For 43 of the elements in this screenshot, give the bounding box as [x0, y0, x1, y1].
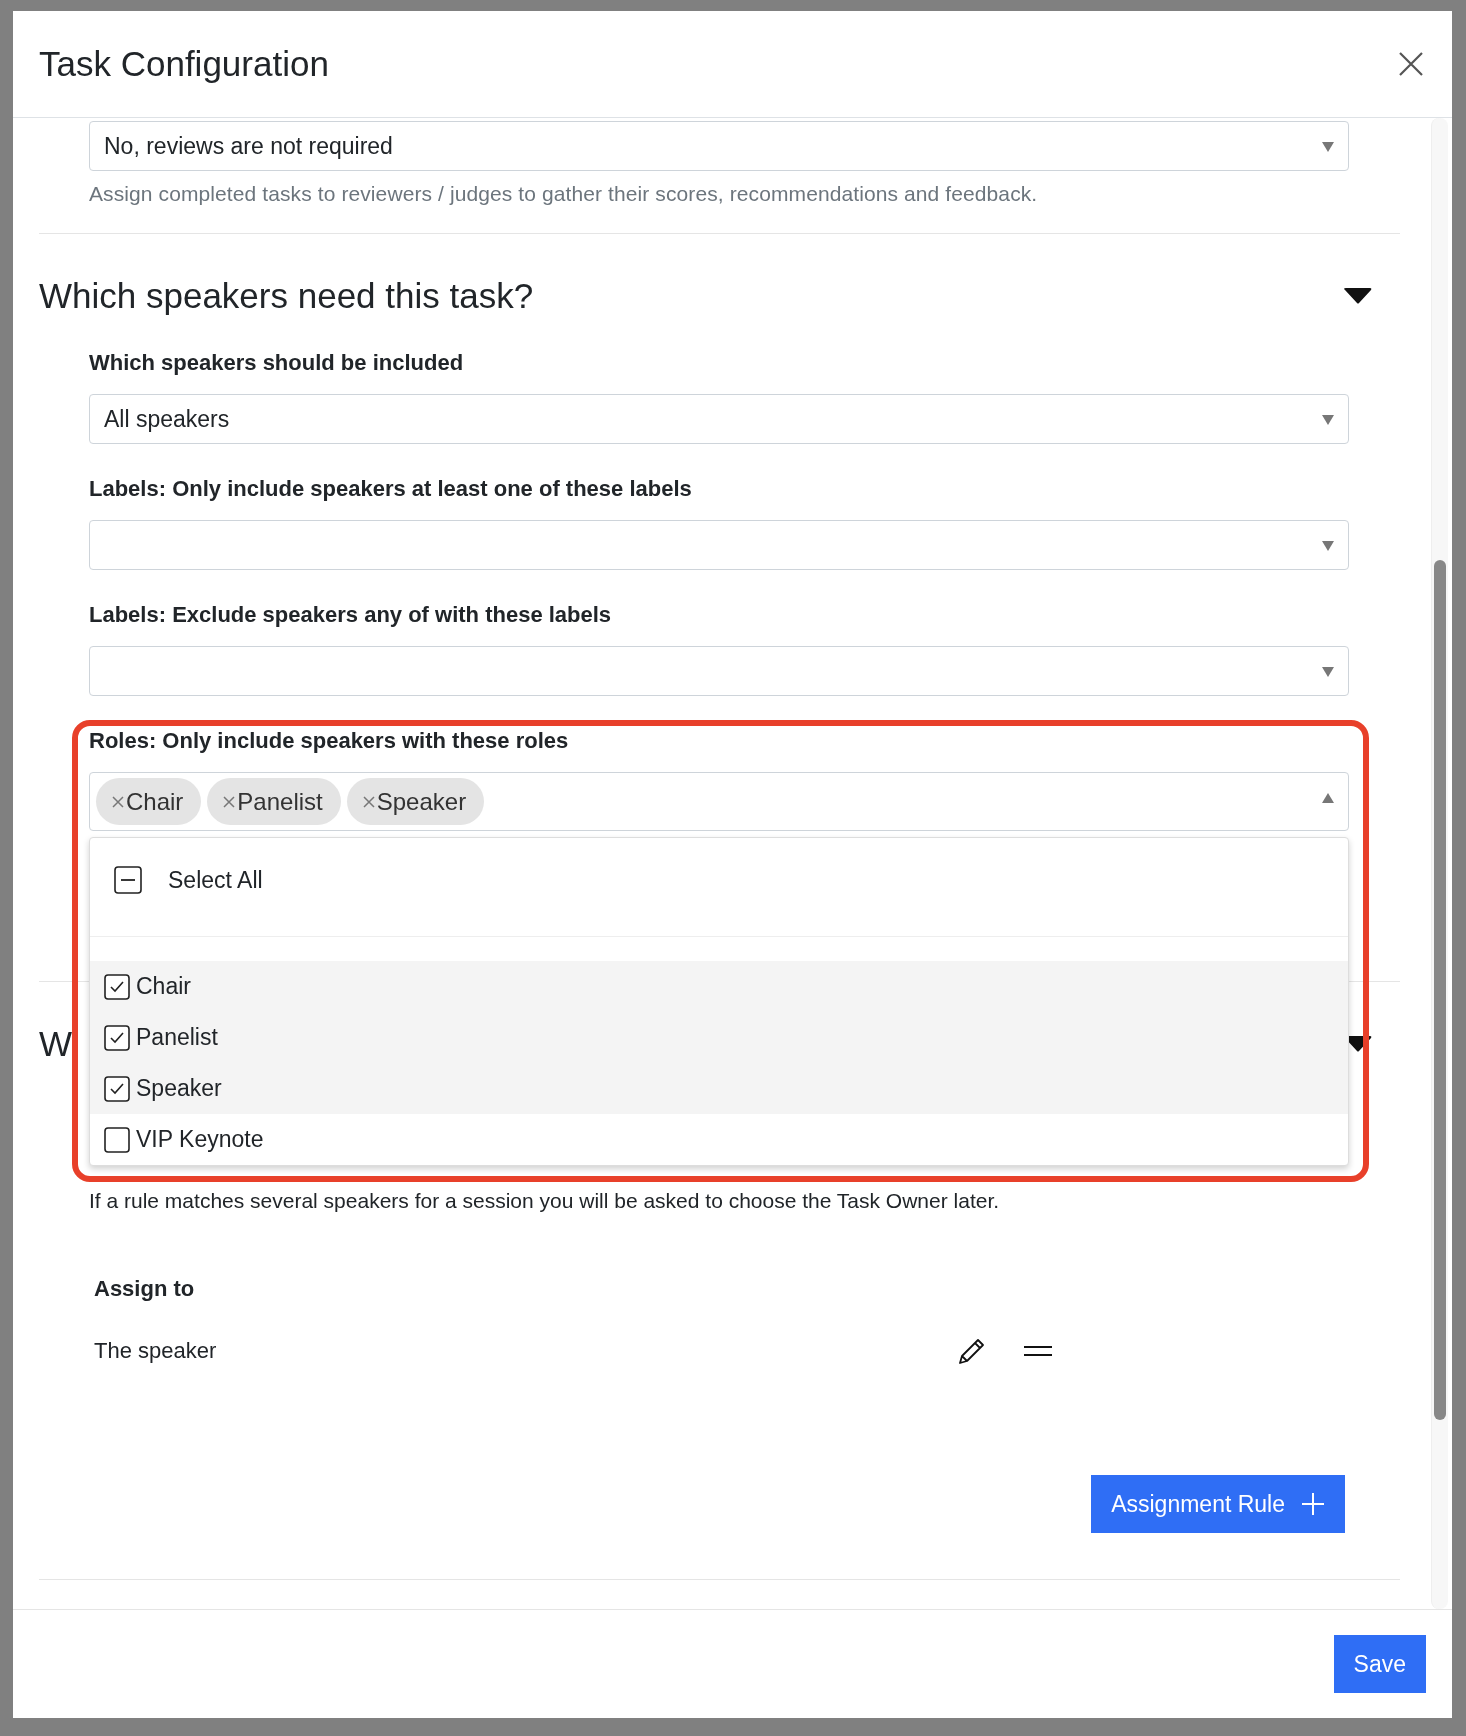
multi-select-field[interactable]: Chair Panelist Speaker — [89, 772, 1349, 831]
caret-icon — [1322, 415, 1334, 425]
help-text: Assign completed tasks to reviewers / judges to gather their scores, recommendations and feedback. — [89, 182, 1039, 206]
select-field[interactable]: All speakers — [89, 394, 1349, 444]
role-tag[interactable]: Panelist — [207, 778, 341, 825]
review-select[interactable]: No, reviews are not required — [89, 121, 1349, 171]
remove-icon[interactable] — [223, 795, 236, 808]
field-label: Labels: Only include speakers at least one of these labels — [89, 476, 693, 502]
rule-text: The speaker — [94, 1338, 218, 1364]
select-all-option[interactable]: Select All — [90, 838, 1348, 937]
add-rule-button[interactable]: Assignment Rule — [1091, 1475, 1345, 1533]
checkbox[interactable] — [104, 1075, 130, 1102]
caret-icon — [1322, 142, 1334, 152]
scrollbar-thumb[interactable] — [1434, 560, 1446, 1420]
close-icon[interactable] — [1398, 51, 1424, 77]
checkbox[interactable] — [104, 973, 130, 1000]
dialog-title: Task Configuration — [39, 44, 329, 84]
remove-icon[interactable] — [362, 795, 375, 808]
field-label: Roles: Only include speakers with these roles — [89, 728, 570, 754]
note-text: If a rule matches several speakers for a session you will be asked to choose the Task Owner later. — [89, 1188, 1001, 1214]
select-field[interactable] — [89, 646, 1349, 696]
field-label: Which speakers should be included — [89, 350, 465, 376]
role-tag[interactable]: Speaker — [346, 778, 485, 825]
field-label: Labels: Exclude speakers any of with these labels — [89, 602, 613, 628]
caret-icon — [1322, 667, 1334, 677]
remove-icon[interactable] — [112, 795, 124, 808]
role-option[interactable]: VIP Keynote — [90, 1114, 1348, 1165]
plus-icon — [1301, 1492, 1325, 1516]
section-title: Which speakers need this task? — [39, 275, 534, 317]
caret-icon[interactable] — [1344, 288, 1372, 304]
checkbox[interactable] — [104, 1024, 130, 1051]
drag-handle-icon[interactable] — [1024, 1345, 1052, 1357]
checkbox[interactable] — [114, 866, 142, 894]
caret-icon — [1322, 541, 1334, 551]
field-label: Assign to — [94, 1276, 196, 1302]
save-button[interactable]: Save — [1333, 1635, 1426, 1693]
role-option[interactable]: Chair — [90, 961, 1348, 1012]
checkbox[interactable] — [104, 1126, 130, 1153]
section-title: W — [39, 1023, 73, 1065]
role-tag[interactable]: Chair — [96, 778, 202, 825]
select-field[interactable] — [89, 520, 1349, 570]
role-option[interactable]: Panelist — [90, 1012, 1348, 1063]
role-option[interactable]: Speaker — [90, 1063, 1348, 1114]
